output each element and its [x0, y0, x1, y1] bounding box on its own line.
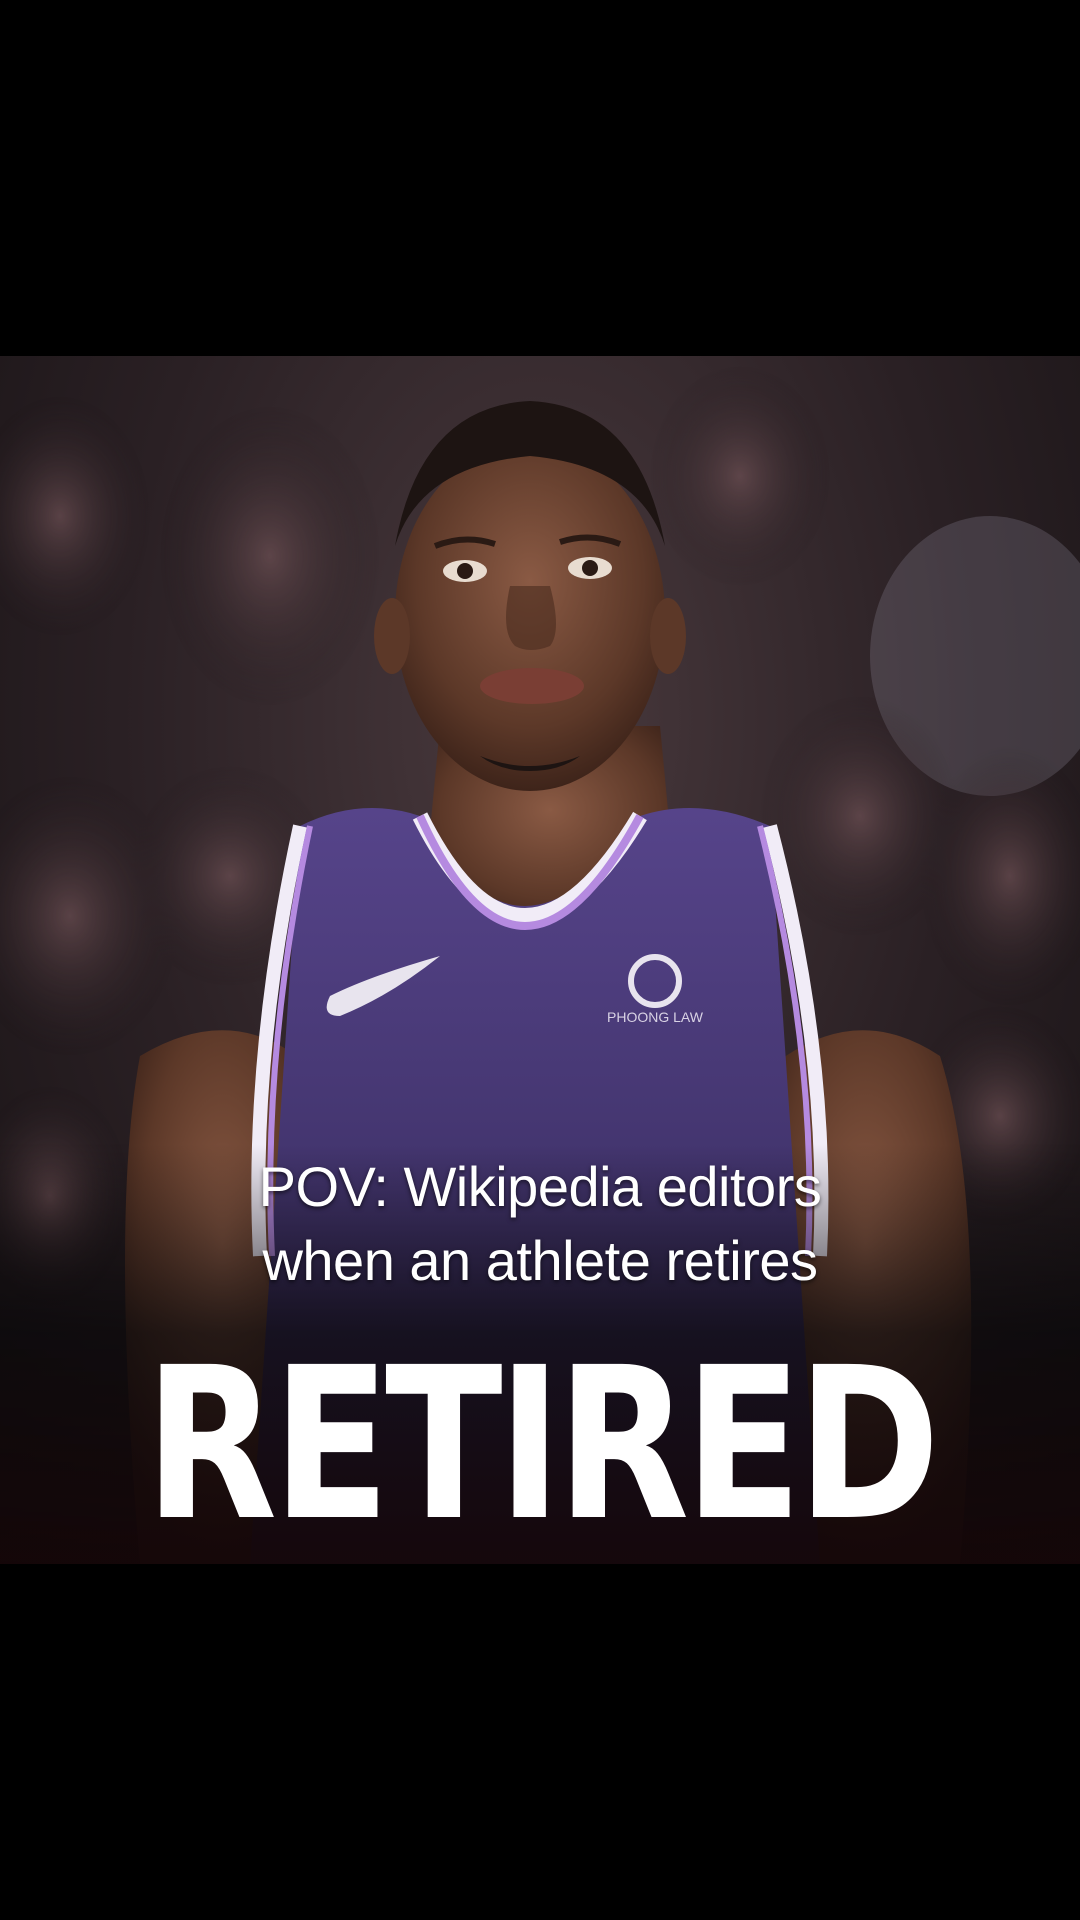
- sponsor-text: PHOONG LAW: [607, 1009, 704, 1025]
- caption-line-1: POV: Wikipedia editors: [258, 1155, 822, 1218]
- retired-headline: RETIRED: [144, 1322, 940, 1567]
- caption: POV: Wikipedia editors when an athlete r…: [0, 1150, 1080, 1298]
- caption-line-2: when an athlete retires: [262, 1229, 818, 1292]
